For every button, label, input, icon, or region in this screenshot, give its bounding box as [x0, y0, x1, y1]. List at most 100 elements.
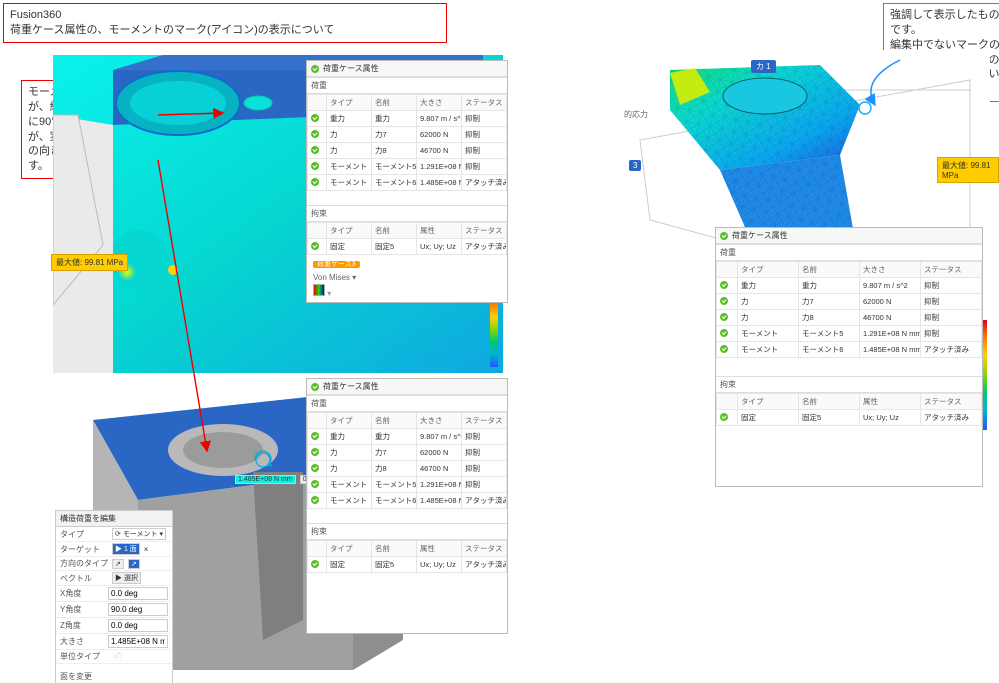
- ribbon-item[interactable]: カ 1: [751, 60, 776, 73]
- panel-title-text: 荷重ケース属性: [323, 63, 379, 74]
- constraints-table-top: タイプ名前属性ステータス 固定固定5Ux; Uy; Uzアタッチ済み: [307, 222, 507, 255]
- th[interactable]: 大きさ: [417, 413, 462, 429]
- dir-btn-1[interactable]: ↗: [112, 559, 124, 569]
- type-select[interactable]: ⟳ モーメント ▾: [112, 528, 166, 540]
- fea-view-right: [610, 50, 990, 255]
- th-status[interactable]: ステータス: [462, 95, 507, 111]
- doc-title-l1: Fusion360: [10, 8, 440, 23]
- close-icon[interactable]: ×: [144, 545, 149, 554]
- th[interactable]: タイプ: [738, 394, 799, 410]
- table-row[interactable]: 固定固定5Ux; Uy; Uzアタッチ済み: [308, 239, 507, 255]
- ok-icon: [720, 313, 728, 321]
- doc-title-box: Fusion360 荷重ケース属性の、モーメントのマーク(アイコン)の表示につい…: [3, 3, 447, 43]
- th[interactable]: 属性: [860, 394, 921, 410]
- section-constraint: 拘束: [716, 376, 982, 393]
- th[interactable]: タイプ: [327, 413, 372, 429]
- dir-btn-2[interactable]: ↗: [128, 559, 140, 569]
- section-load: 荷重: [307, 395, 507, 412]
- target-chip[interactable]: ▶ 1 面: [112, 543, 140, 555]
- ok-icon: [311, 432, 319, 440]
- edit-load-panel: 構造荷重を編集 タイプ⟳ モーメント ▾ ターゲット▶ 1 面 × 方向のタイプ…: [55, 510, 173, 683]
- angle-label: Z角度: [60, 620, 104, 631]
- doc-title-l2: 荷重ケース属性の、モーメントのマーク(アイコン)の表示について: [10, 23, 440, 38]
- ok-icon: [720, 345, 728, 353]
- th[interactable]: 大きさ: [860, 262, 921, 278]
- th[interactable]: 名前: [372, 223, 417, 239]
- th[interactable]: 名前: [372, 413, 417, 429]
- ok-icon: [720, 329, 728, 337]
- table-row[interactable]: 固定固定5Ux; Uy; Uzアタッチ済み: [717, 410, 982, 426]
- magnitude-input[interactable]: [108, 635, 168, 648]
- th[interactable]: 属性: [417, 223, 462, 239]
- table-row[interactable]: 力力846700 N抑制: [308, 461, 507, 477]
- ok-icon: [720, 413, 728, 421]
- table-row[interactable]: 力力762000 N抑制: [308, 445, 507, 461]
- th[interactable]: 名前: [799, 262, 860, 278]
- th[interactable]: 属性: [417, 541, 462, 557]
- table-row[interactable]: モーメントモーメント51.291E+08 N mm抑制: [308, 477, 507, 493]
- table-row[interactable]: モーメントモーメント61.485E+08 N mmアタッチ済み: [308, 493, 507, 509]
- th[interactable]: ステータス: [921, 262, 982, 278]
- ok-icon: [720, 232, 728, 240]
- table-row[interactable]: モーメントモーメント51.291E+08 N mm抑制: [308, 159, 507, 175]
- table-row[interactable]: 固定固定5Ux; Uy; Uzアタッチ済み: [308, 557, 507, 573]
- th[interactable]: タイプ: [327, 541, 372, 557]
- chevron-down-icon[interactable]: ▾: [352, 273, 356, 282]
- color-scale-left: [490, 292, 498, 367]
- panel-title-text: 荷重ケース属性: [732, 230, 788, 241]
- table-row[interactable]: モーメントモーメント61.485E+08 N mmアタッチ済み: [308, 175, 507, 191]
- table-row[interactable]: 力力846700 N抑制: [717, 310, 982, 326]
- ok-icon: [311, 146, 319, 154]
- overlay-val: 1.485E+08 N mm: [235, 475, 296, 484]
- th[interactable]: ステータス: [462, 223, 507, 239]
- th[interactable]: ステータス: [921, 394, 982, 410]
- th[interactable]: タイプ: [327, 223, 372, 239]
- table-row[interactable]: 力力762000 N抑制: [308, 127, 507, 143]
- th[interactable]: 名前: [372, 541, 417, 557]
- th-name[interactable]: 名前: [372, 95, 417, 111]
- ok-icon: [311, 162, 319, 170]
- th-type[interactable]: タイプ: [327, 95, 372, 111]
- table-row[interactable]: 重力重力9.807 m / s^2抑制: [308, 429, 507, 445]
- th-mag[interactable]: 大きさ: [417, 95, 462, 111]
- angle-input[interactable]: [108, 587, 168, 600]
- edit-title: 構造荷重を編集: [56, 511, 172, 527]
- palette-swatch[interactable]: [313, 284, 325, 296]
- ok-icon: [311, 114, 319, 122]
- magnitude-label: 大きさ: [60, 636, 104, 647]
- table-row[interactable]: 力力762000 N抑制: [717, 294, 982, 310]
- ok-icon: [311, 65, 319, 73]
- doc-icon[interactable]: 📄: [112, 652, 122, 661]
- th[interactable]: ステータス: [462, 541, 507, 557]
- vonmises-label: Von Mises ▾: [313, 273, 501, 282]
- ok-icon: [311, 496, 319, 504]
- th[interactable]: 名前: [799, 394, 860, 410]
- section-constraint: 拘束: [307, 205, 507, 222]
- property-panel-top: 荷重ケース属性 荷重 タイプ名前大きさステータス 重力重力9.807 m / s…: [306, 60, 508, 303]
- ok-icon: [311, 242, 319, 250]
- sidebar-stress-label: 的応力: [624, 109, 648, 120]
- table-row[interactable]: モーメントモーメント61.485E+08 N mmアタッチ済み: [717, 342, 982, 358]
- angle-label: Y角度: [60, 604, 104, 615]
- ok-icon: [311, 480, 319, 488]
- panel-title-text: 荷重ケース属性: [323, 381, 379, 392]
- th[interactable]: タイプ: [738, 262, 799, 278]
- table-row[interactable]: モーメントモーメント51.291E+08 N mm抑制: [717, 326, 982, 342]
- ok-icon: [720, 297, 728, 305]
- ok-icon: [311, 464, 319, 472]
- table-row[interactable]: 重力重力9.807 m / s^2抑制: [308, 111, 507, 127]
- loadcase-pill[interactable]: 荷重ケース3: [313, 261, 360, 268]
- th[interactable]: ステータス: [462, 413, 507, 429]
- table-row[interactable]: 力力846700 N抑制: [308, 143, 507, 159]
- table-row[interactable]: 重力重力9.807 m / s^2抑制: [717, 278, 982, 294]
- loads-table-top: タイプ名前大きさステータス 重力重力9.807 m / s^2抑制力力76200…: [307, 94, 507, 191]
- angle-input[interactable]: [108, 619, 168, 632]
- section-load: 荷重: [307, 77, 507, 94]
- chevron-down-icon[interactable]: ▾: [327, 289, 331, 298]
- angle-input[interactable]: [108, 603, 168, 616]
- ok-icon: [311, 448, 319, 456]
- max-badge-left: 最大値: 99.81 MPa: [51, 254, 128, 271]
- angle-label: X角度: [60, 588, 104, 599]
- sidebar-chip-3[interactable]: 3: [629, 160, 641, 171]
- vector-select[interactable]: ▶ 選択: [112, 572, 141, 584]
